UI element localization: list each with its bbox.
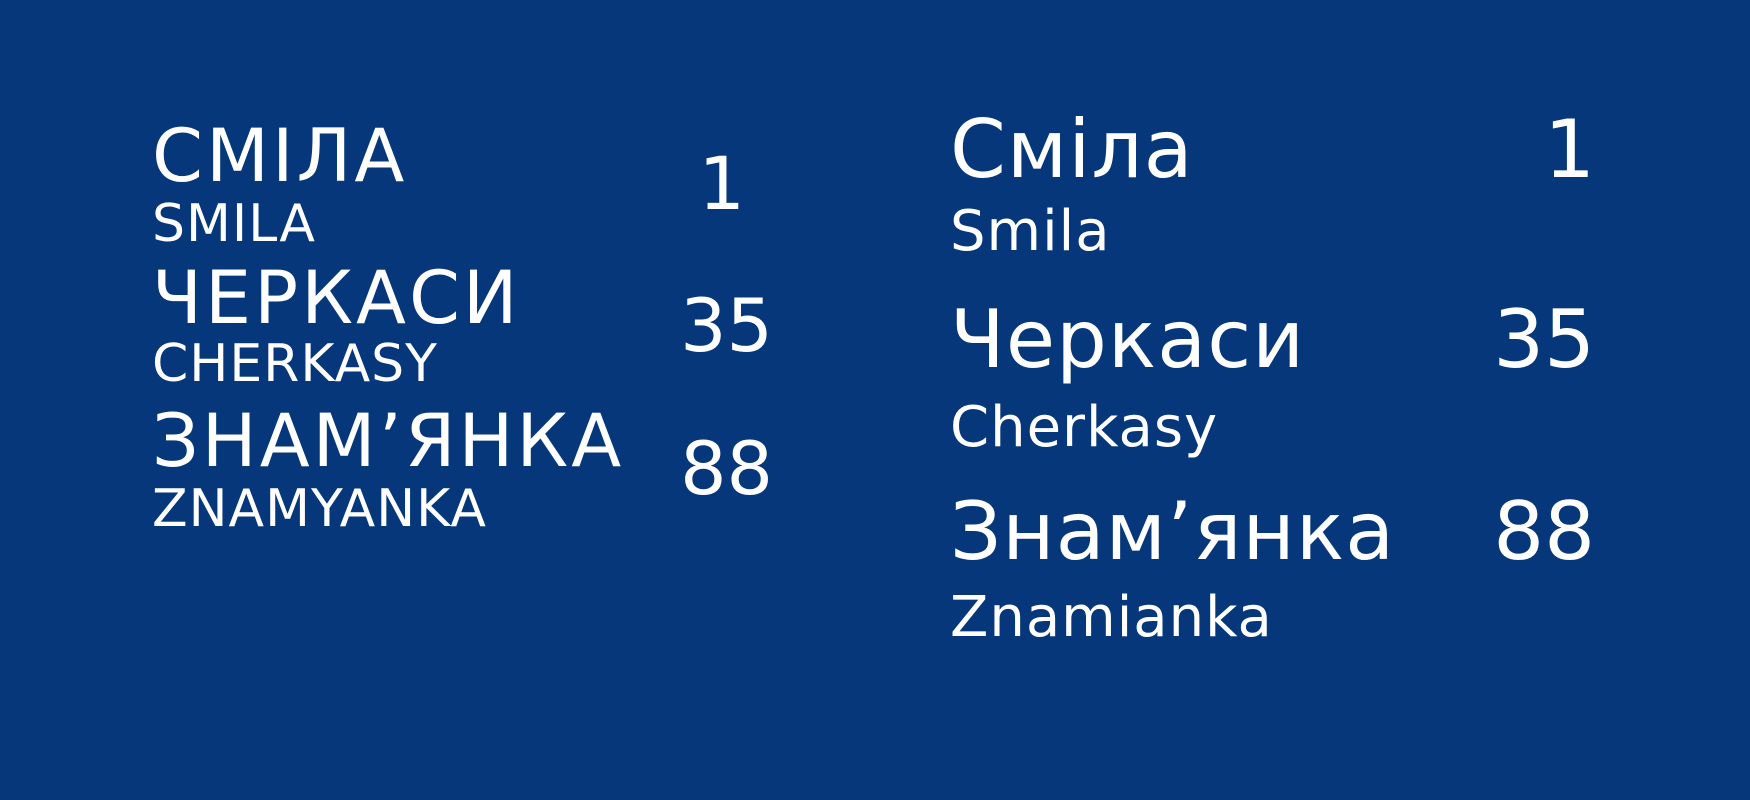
destination-name: Сміла bbox=[950, 103, 1194, 196]
destination-name-latin: Smila bbox=[950, 199, 1111, 264]
distance-value: 35 bbox=[680, 284, 773, 369]
destination-name: Черкаси bbox=[950, 293, 1306, 386]
destination-name: ЧЕРКАСИ bbox=[152, 256, 521, 341]
destination-name: Знам’янка bbox=[950, 485, 1396, 578]
destination-row: Сміла Smila bbox=[950, 110, 1470, 270]
destination-name-latin: SMILA bbox=[152, 194, 316, 254]
destination-name-latin: Znamianka bbox=[950, 585, 1273, 650]
destination-row: Знам’янка Znamianka bbox=[950, 492, 1470, 652]
distance-value: 88 bbox=[680, 427, 773, 512]
distance-value: 88 bbox=[1493, 485, 1595, 578]
distance-value: 35 bbox=[1493, 293, 1595, 386]
destination-name-latin: CHERKASY bbox=[152, 334, 438, 394]
destination-name: ЗНАМ’ЯНКА bbox=[152, 399, 625, 484]
destination-name: СМІЛА bbox=[152, 114, 408, 199]
direction-sign: СМІЛА SMILA 1 ЧЕРКАСИ CHERKASY 35 ЗНАМ’Я… bbox=[0, 0, 1750, 800]
destination-row: Черкаси Cherkasy bbox=[950, 300, 1470, 460]
distance-value: 1 bbox=[1544, 103, 1595, 196]
destination-name-latin: Cherkasy bbox=[950, 395, 1219, 460]
destination-name-latin: ZNAMYANKA bbox=[152, 479, 487, 539]
distance-value: 1 bbox=[698, 142, 745, 227]
destination-row: СМІЛА SMILA bbox=[152, 120, 792, 250]
